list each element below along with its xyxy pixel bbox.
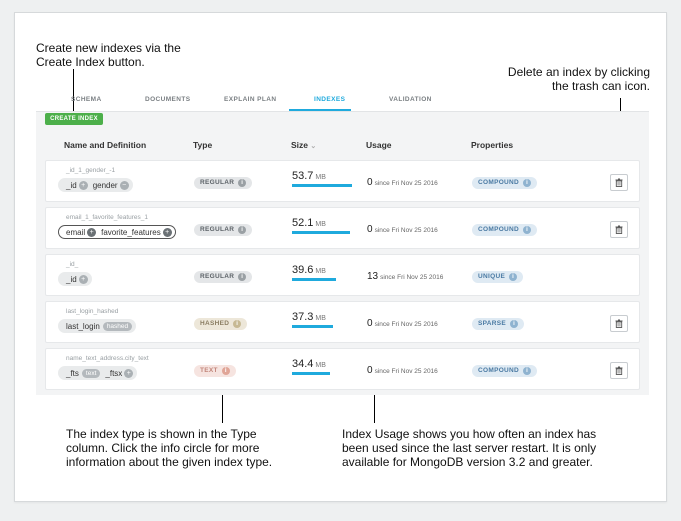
table-row: _id_ _id + REGULAR i 39.6 MB 13 since Fri No…: [45, 254, 640, 296]
sort-chevron-icon: ⌄: [310, 143, 317, 150]
header-name[interactable]: Name and Definition: [64, 140, 146, 150]
index-usage: 0 since Fri Nov 25 2016: [367, 177, 438, 188]
index-usage: 13 since Fri Nov 25 2016: [367, 271, 444, 282]
plus-circle-icon: +: [87, 227, 97, 237]
index-size-bar: [292, 278, 337, 281]
index-property-badge: COMPOUND i: [472, 224, 538, 236]
index-property-badge: SPARSE i: [472, 318, 525, 330]
text-tag: text: [81, 368, 101, 378]
index-field: _fts text: [66, 368, 101, 378]
index-name: email_1_favorite_features_1: [66, 214, 149, 221]
index-size: 53.7 MB: [292, 170, 326, 182]
delete-index-button[interactable]: [610, 174, 628, 191]
info-circle-icon[interactable]: i: [510, 320, 519, 328]
index-type-badge: TEXT i: [194, 365, 236, 377]
index-name: _id_: [66, 261, 79, 268]
index-field: _id +: [66, 274, 88, 284]
info-circle-icon[interactable]: i: [238, 226, 247, 234]
index-size: 37.3 MB: [292, 311, 326, 323]
index-definition: _id +: [58, 272, 92, 286]
index-definition: email + favorite_features +: [58, 225, 176, 239]
info-circle-icon[interactable]: i: [523, 179, 532, 187]
callout-delete-index: Delete an index by clicking the trash ca…: [507, 65, 650, 93]
minus-circle-icon: −: [119, 180, 129, 190]
index-property-badge: UNIQUE i: [472, 271, 524, 283]
table-row: name_text_address.city_text _fts text _ft…: [45, 348, 640, 390]
header-size-label: Size: [291, 140, 309, 150]
info-circle-icon[interactable]: i: [238, 273, 247, 281]
info-circle-icon[interactable]: i: [238, 179, 247, 187]
index-field: _id +: [66, 180, 88, 190]
index-definition: last_login hashed: [58, 319, 137, 333]
trash-icon: [615, 178, 623, 187]
table-row: last_login_hashed last_login hashed HASHE…: [45, 301, 640, 343]
index-field: last_login hashed: [66, 321, 133, 331]
index-property-badge: COMPOUND i: [472, 177, 538, 189]
index-field: gender −: [93, 180, 129, 190]
index-size-bar: [292, 231, 351, 234]
index-field: _ftsx +: [105, 368, 134, 378]
trash-icon: [615, 225, 623, 234]
callout-index-usage: Index Usage shows you how often an index…: [342, 427, 597, 469]
delete-index-button[interactable]: [610, 221, 628, 238]
table-row: _id_1_gender_-1 _id + gender − REGULAR i 53…: [45, 160, 640, 202]
index-property-badge: COMPOUND i: [472, 365, 538, 377]
index-size-bar: [292, 184, 352, 187]
header-properties[interactable]: Properties: [471, 140, 513, 150]
index-usage: 0 since Fri Nov 25 2016: [367, 224, 438, 235]
hashed-tag: hashed: [102, 321, 133, 331]
callout-create-index: Create new indexes via the Create Index …: [36, 41, 181, 69]
tab-validation[interactable]: VALIDATION: [389, 96, 432, 103]
info-circle-icon[interactable]: i: [523, 367, 532, 375]
delete-index-button[interactable]: [610, 362, 628, 379]
plus-circle-icon: +: [78, 180, 88, 190]
tab-explain-plan[interactable]: EXPLAIN PLAN: [224, 96, 276, 103]
index-type-badge: HASHED i: [194, 318, 248, 330]
index-usage: 0 since Fri Nov 25 2016: [367, 318, 438, 329]
index-name: name_text_address.city_text: [66, 355, 149, 362]
index-usage: 0 since Fri Nov 25 2016: [367, 365, 438, 376]
indexes-toolbar: [36, 111, 649, 127]
index-field: favorite_features +: [101, 227, 172, 237]
plus-circle-icon: +: [162, 227, 172, 237]
index-definition: _fts text _ftsx +: [58, 366, 138, 380]
tab-indexes[interactable]: INDEXES: [314, 96, 345, 103]
index-size: 39.6 MB: [292, 264, 326, 276]
info-circle-icon[interactable]: i: [233, 320, 242, 328]
index-size-bar: [292, 372, 331, 375]
info-circle-icon[interactable]: i: [523, 226, 532, 234]
callout-index-type: The index type is shown in the Type colu…: [66, 427, 273, 469]
delete-index-button[interactable]: [610, 315, 628, 332]
table-row: email_1_favorite_features_1 email + favor…: [45, 207, 640, 249]
index-type-badge: REGULAR i: [194, 177, 253, 189]
trash-icon: [615, 319, 623, 328]
tab-schema[interactable]: SCHEMA: [71, 96, 102, 103]
index-definition: _id + gender −: [58, 178, 133, 192]
plus-circle-icon: +: [124, 368, 134, 378]
header-type[interactable]: Type: [193, 140, 212, 150]
info-circle-icon[interactable]: i: [221, 367, 230, 375]
index-size: 34.4 MB: [292, 358, 326, 370]
index-type-badge: REGULAR i: [194, 271, 253, 283]
tab-documents[interactable]: DOCUMENTS: [145, 96, 191, 103]
index-size-bar: [292, 325, 334, 328]
create-index-button[interactable]: CREATE INDEX: [45, 113, 103, 125]
index-type-badge: REGULAR i: [194, 224, 253, 236]
index-name: _id_1_gender_-1: [66, 167, 116, 174]
index-field: email +: [66, 227, 97, 237]
index-size: 52.1 MB: [292, 217, 326, 229]
header-size[interactable]: Size ⌄: [291, 140, 316, 150]
collection-tabs: SCHEMA DOCUMENTS EXPLAIN PLAN INDEXES VA…: [36, 94, 649, 110]
index-name: last_login_hashed: [66, 308, 119, 315]
trash-icon: [615, 366, 623, 375]
info-circle-icon[interactable]: i: [509, 273, 518, 281]
header-usage[interactable]: Usage: [366, 140, 392, 150]
plus-circle-icon: +: [78, 274, 88, 284]
